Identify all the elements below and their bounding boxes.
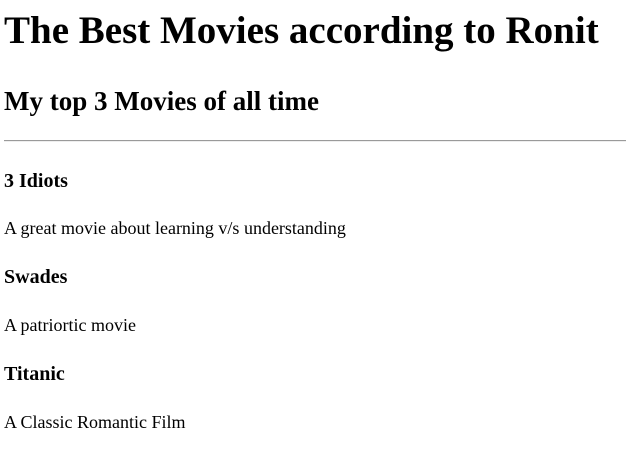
page-subtitle: My top 3 Movies of all time bbox=[4, 86, 319, 116]
movie-description: A patriortic movie bbox=[4, 315, 136, 335]
movie-description: A Classic Romantic Film bbox=[4, 412, 186, 432]
divider bbox=[4, 140, 626, 142]
page-title: The Best Movies according to Ronit bbox=[4, 9, 599, 52]
movie-title: Swades bbox=[4, 266, 68, 288]
movie-description: A great movie about learning v/s underst… bbox=[4, 218, 346, 238]
movie-title: Titanic bbox=[4, 363, 65, 385]
page: The Best Movies according to Ronit My to… bbox=[0, 0, 628, 455]
movie-title: 3 Idiots bbox=[4, 170, 68, 192]
